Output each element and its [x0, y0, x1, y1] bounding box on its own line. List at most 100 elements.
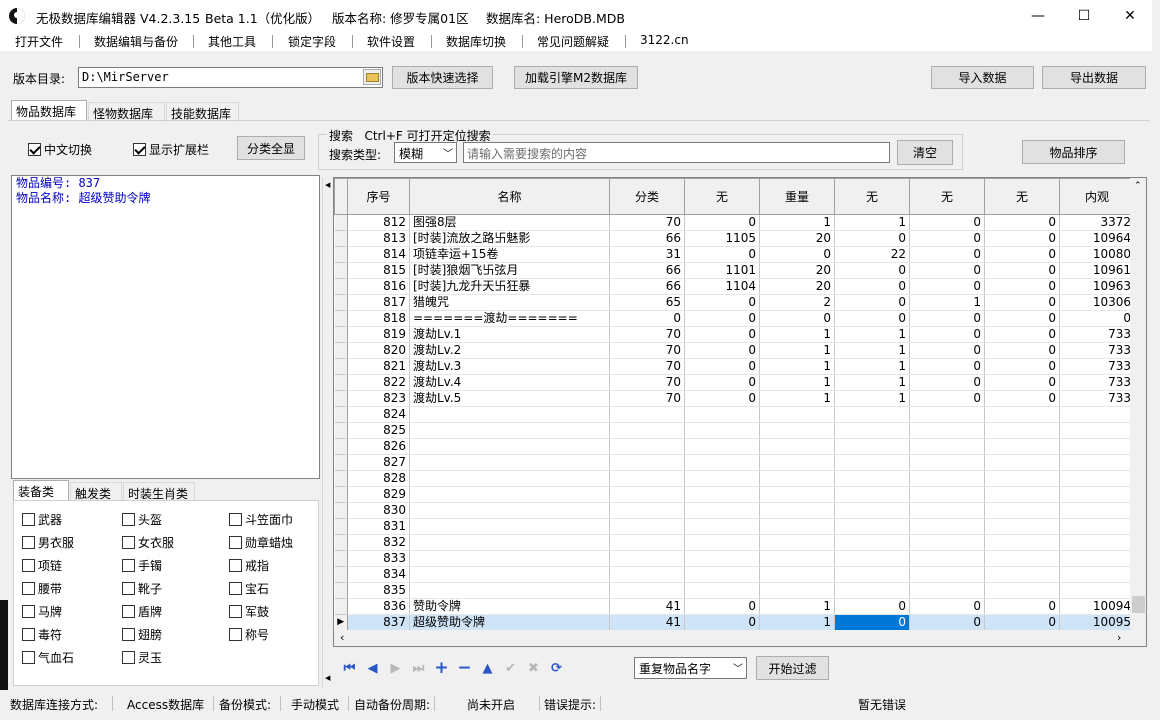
- column-header[interactable]: 序号: [347, 178, 410, 215]
- menu-db-switch[interactable]: 数据库切换: [446, 33, 506, 50]
- table-row[interactable]: 821 渡劫Lv.3 70 0 1 1 0 0 733: [334, 358, 1135, 375]
- table-cell[interactable]: 0: [684, 326, 760, 343]
- table-cell[interactable]: 70: [609, 374, 685, 391]
- splitter-scrollbar[interactable]: ◀ ◀: [322, 177, 333, 687]
- table-cell[interactable]: [409, 518, 610, 535]
- table-cell[interactable]: [909, 406, 985, 423]
- table-cell[interactable]: 31: [609, 246, 685, 263]
- table-cell[interactable]: 822: [347, 374, 410, 391]
- table-cell[interactable]: [409, 486, 610, 503]
- table-row[interactable]: 835: [334, 582, 1135, 599]
- table-cell[interactable]: [984, 470, 1060, 487]
- table-cell[interactable]: 0: [684, 374, 760, 391]
- table-cell[interactable]: 0: [909, 214, 985, 231]
- table-cell[interactable]: 0: [684, 342, 760, 359]
- table-cell[interactable]: 0: [834, 262, 910, 279]
- table-cell[interactable]: 0: [984, 614, 1060, 631]
- table-cell[interactable]: [909, 438, 985, 455]
- table-cell[interactable]: [409, 422, 610, 439]
- table-cell[interactable]: 733: [1059, 390, 1135, 407]
- table-cell[interactable]: 821: [347, 358, 410, 375]
- tab-monsters[interactable]: 怪物数据库: [88, 102, 165, 122]
- table-cell[interactable]: [1059, 502, 1135, 519]
- table-cell[interactable]: [834, 422, 910, 439]
- table-cell[interactable]: 1: [759, 598, 835, 615]
- table-row[interactable]: 818 =======渡劫======= 0 0 0 0 0 0 0: [334, 310, 1135, 327]
- row-indicator[interactable]: [334, 502, 348, 519]
- table-cell[interactable]: [759, 438, 835, 455]
- table-cell[interactable]: 835: [347, 582, 410, 599]
- table-cell[interactable]: [909, 550, 985, 567]
- table-cell[interactable]: 0: [984, 278, 1060, 295]
- table-cell[interactable]: [759, 470, 835, 487]
- row-indicator[interactable]: ▶: [334, 614, 348, 631]
- table-cell[interactable]: 0: [834, 294, 910, 311]
- table-cell[interactable]: 733: [1059, 374, 1135, 391]
- show-all-categories-button[interactable]: 分类全显: [237, 136, 305, 160]
- table-cell[interactable]: [609, 582, 685, 599]
- table-cell[interactable]: 20: [759, 278, 835, 295]
- table-cell[interactable]: 0: [909, 598, 985, 615]
- row-indicator[interactable]: [334, 278, 348, 295]
- table-cell[interactable]: 0: [984, 358, 1060, 375]
- row-indicator[interactable]: [334, 454, 348, 471]
- tab-items[interactable]: 物品数据库: [11, 100, 87, 120]
- table-cell[interactable]: 渡劫Lv.1: [409, 326, 610, 343]
- tab-skills[interactable]: 技能数据库: [166, 102, 239, 122]
- category-drum[interactable]: 军鼓: [229, 603, 269, 620]
- table-cell[interactable]: [834, 470, 910, 487]
- table-cell[interactable]: 1: [759, 214, 835, 231]
- category-belt[interactable]: 腰带: [22, 580, 62, 597]
- table-cell[interactable]: 赞助令牌: [409, 598, 610, 615]
- table-cell[interactable]: 830: [347, 502, 410, 519]
- row-indicator[interactable]: [334, 518, 348, 535]
- table-cell[interactable]: 816: [347, 278, 410, 295]
- table-cell[interactable]: 0: [984, 342, 1060, 359]
- table-cell[interactable]: [834, 582, 910, 599]
- tab-trigger[interactable]: 触发类: [70, 482, 122, 502]
- table-cell[interactable]: 826: [347, 438, 410, 455]
- table-cell[interactable]: 1: [834, 358, 910, 375]
- table-cell[interactable]: [409, 550, 610, 567]
- table-cell[interactable]: [1059, 550, 1135, 567]
- table-cell[interactable]: 0: [684, 614, 760, 631]
- table-cell[interactable]: 823: [347, 390, 410, 407]
- table-cell[interactable]: 825: [347, 422, 410, 439]
- table-cell[interactable]: 824: [347, 406, 410, 423]
- table-row[interactable]: 820 渡劫Lv.2 70 0 1 1 0 0 733: [334, 342, 1135, 359]
- table-row[interactable]: 829: [334, 486, 1135, 503]
- table-cell[interactable]: [409, 406, 610, 423]
- table-cell[interactable]: [834, 406, 910, 423]
- column-header[interactable]: 无: [984, 178, 1060, 215]
- tab-equipment[interactable]: 装备类: [13, 480, 69, 500]
- row-indicator[interactable]: [334, 566, 348, 583]
- table-cell[interactable]: 832: [347, 534, 410, 551]
- table-cell[interactable]: 1: [909, 294, 985, 311]
- table-cell[interactable]: 812: [347, 214, 410, 231]
- table-cell[interactable]: [684, 566, 760, 583]
- table-cell[interactable]: [1059, 406, 1135, 423]
- table-cell[interactable]: [684, 582, 760, 599]
- table-cell[interactable]: [834, 486, 910, 503]
- table-cell[interactable]: [609, 502, 685, 519]
- table-cell[interactable]: [409, 566, 610, 583]
- table-cell[interactable]: 渡劫Lv.4: [409, 374, 610, 391]
- category-gem[interactable]: 宝石: [229, 580, 269, 597]
- table-cell[interactable]: 70: [609, 390, 685, 407]
- table-cell[interactable]: 0: [909, 342, 985, 359]
- table-cell[interactable]: [909, 534, 985, 551]
- table-cell[interactable]: [409, 454, 610, 471]
- table-cell[interactable]: [759, 550, 835, 567]
- table-cell[interactable]: 1: [759, 374, 835, 391]
- category-spirit-jade[interactable]: 灵玉: [122, 649, 162, 666]
- table-cell[interactable]: 1: [834, 326, 910, 343]
- table-cell[interactable]: [609, 550, 685, 567]
- table-cell[interactable]: 0: [684, 214, 760, 231]
- table-cell[interactable]: [759, 454, 835, 471]
- table-cell[interactable]: [759, 422, 835, 439]
- show-ext-checkbox[interactable]: 显示扩展栏: [133, 141, 209, 158]
- table-cell[interactable]: [409, 534, 610, 551]
- table-cell[interactable]: 0: [984, 310, 1060, 327]
- category-male-clothes[interactable]: 男衣服: [22, 534, 74, 551]
- table-row[interactable]: 817 猎魄咒 65 0 2 0 1 0 10306: [334, 294, 1135, 311]
